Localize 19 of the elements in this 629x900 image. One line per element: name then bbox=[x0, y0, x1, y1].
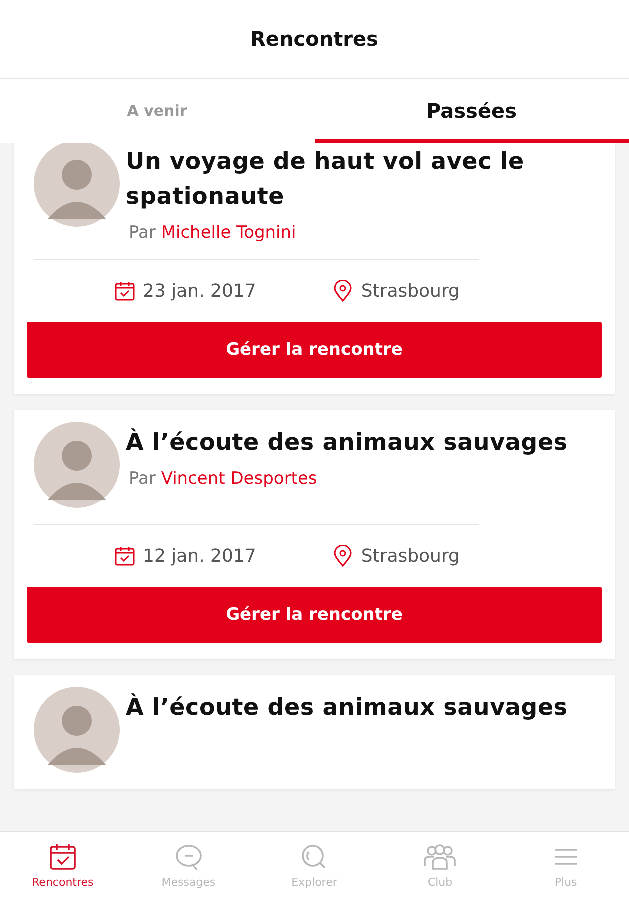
meeting-title: À l’écoute des animaux sauvages bbox=[126, 428, 568, 458]
manage-button[interactable]: Gérer la rencontre bbox=[27, 587, 602, 643]
author-line: Par Vincent Desportes bbox=[128, 469, 318, 489]
meeting-date: 23 jan. 2017 bbox=[143, 280, 256, 302]
meeting-title: À l’écoute des animaux sauvages bbox=[126, 692, 568, 723]
meeting-date: 12 jan. 2017 bbox=[143, 546, 256, 566]
meeting-place: Strasbourg bbox=[361, 546, 460, 566]
calendar-icon bbox=[114, 280, 136, 302]
manage-button[interactable]: Gérer la rencontre bbox=[27, 322, 602, 378]
meeting-title: Un voyage de haut vol avec le spationaute bbox=[126, 148, 526, 212]
author-link[interactable]: Vincent Desportes bbox=[161, 469, 318, 489]
author-link[interactable]: Michelle Tognini bbox=[161, 223, 296, 243]
group-icon bbox=[424, 843, 456, 871]
header-title: Rencontres bbox=[250, 27, 378, 51]
calendar-icon bbox=[114, 545, 136, 567]
location-pin-icon bbox=[332, 545, 354, 567]
location-pin-icon bbox=[332, 280, 354, 302]
meeting-place: Strasbourg bbox=[361, 280, 460, 302]
author-line: Par Michelle Tognini bbox=[128, 223, 298, 243]
